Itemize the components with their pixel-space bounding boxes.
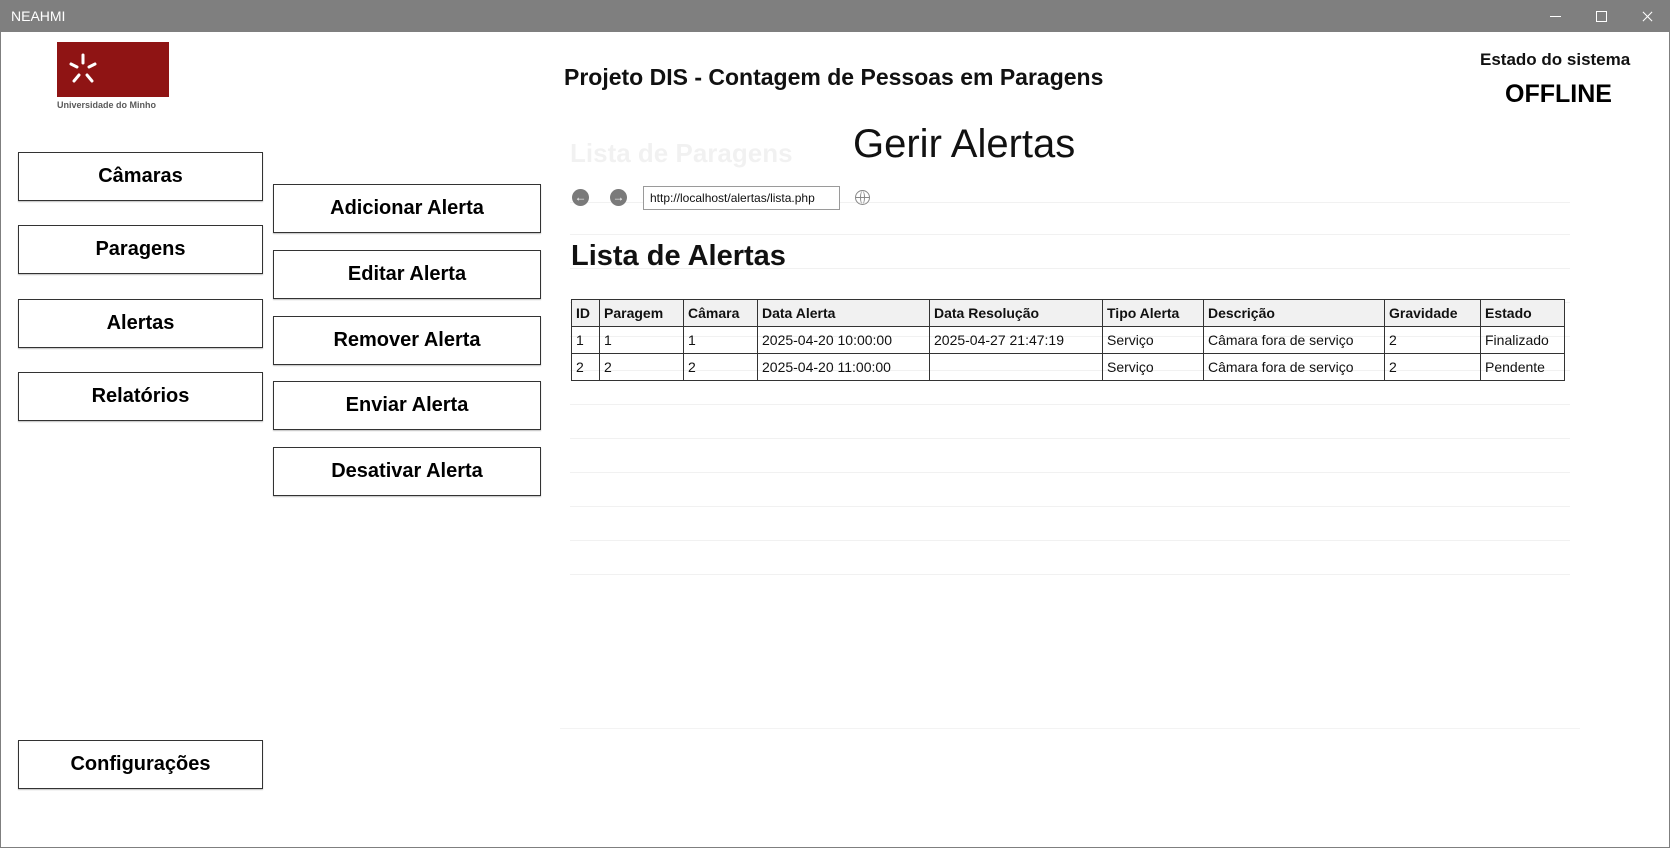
faded-page-title: Lista de Paragens bbox=[570, 138, 793, 168]
cell-id: 1 bbox=[571, 326, 600, 354]
cell-alert-type: Serviço bbox=[1102, 353, 1204, 381]
edit-alert-button[interactable]: Editar Alerta bbox=[273, 250, 541, 299]
column-header: Data Alerta bbox=[757, 299, 930, 327]
faded-line bbox=[570, 234, 1570, 235]
faded-line bbox=[570, 472, 1570, 473]
url-input[interactable]: http://localhost/alertas/lista.php bbox=[643, 186, 840, 210]
nav-stops-button[interactable]: Paragens bbox=[18, 225, 263, 274]
cell-camera: 2 bbox=[683, 353, 758, 381]
cell-description: Câmara fora de serviço bbox=[1203, 353, 1385, 381]
logo-icon bbox=[69, 53, 97, 83]
back-arrow-icon[interactable]: ← bbox=[572, 189, 589, 206]
column-header: Gravidade bbox=[1384, 299, 1481, 327]
system-status-value: OFFLINE bbox=[1505, 80, 1612, 108]
disable-alert-button[interactable]: Desativar Alerta bbox=[273, 447, 541, 496]
cell-alert-type: Serviço bbox=[1102, 326, 1204, 354]
university-logo bbox=[57, 42, 169, 97]
system-status-label: Estado do sistema bbox=[1480, 50, 1631, 69]
maximize-icon[interactable] bbox=[1578, 0, 1624, 32]
logo-caption: Universidade do Minho bbox=[57, 100, 157, 110]
faded-line bbox=[570, 506, 1570, 507]
close-icon[interactable] bbox=[1624, 0, 1670, 32]
faded-background-page: Lista de Paragens bbox=[560, 130, 1570, 730]
cell-state: Pendente bbox=[1480, 353, 1565, 381]
title-bar: NEAHMI bbox=[0, 0, 1670, 32]
globe-icon[interactable] bbox=[855, 190, 870, 205]
column-header: Tipo Alerta bbox=[1102, 299, 1204, 327]
cell-stop: 1 bbox=[599, 326, 684, 354]
column-header: Descrição bbox=[1203, 299, 1385, 327]
column-header: Data Resolução bbox=[929, 299, 1103, 327]
nav-cameras-button[interactable]: Câmaras bbox=[18, 152, 263, 201]
table-row[interactable]: 1 1 1 2025-04-20 10:00:00 2025-04-27 21:… bbox=[571, 326, 1565, 354]
nav-settings-button[interactable]: Configurações bbox=[18, 740, 263, 789]
table-row[interactable]: 2 2 2 2025-04-20 11:00:00 Serviço Câmara… bbox=[571, 353, 1565, 381]
app-header-title: Projeto DIS - Contagem de Pessoas em Par… bbox=[564, 64, 1104, 90]
cell-stop: 2 bbox=[599, 353, 684, 381]
column-header: Câmara bbox=[683, 299, 758, 327]
cell-description: Câmara fora de serviço bbox=[1203, 326, 1385, 354]
cell-severity: 2 bbox=[1384, 326, 1481, 354]
remove-alert-button[interactable]: Remover Alerta bbox=[273, 316, 541, 365]
column-header: Estado bbox=[1480, 299, 1565, 327]
cell-state: Finalizado bbox=[1480, 326, 1565, 354]
faded-line bbox=[570, 438, 1570, 439]
alerts-table: ID Paragem Câmara Data Alerta Data Resol… bbox=[571, 299, 1565, 381]
cell-alert-date: 2025-04-20 10:00:00 bbox=[757, 326, 930, 354]
divider bbox=[560, 728, 1580, 729]
cell-id: 2 bbox=[571, 353, 600, 381]
column-header: ID bbox=[571, 299, 600, 327]
faded-line bbox=[570, 574, 1570, 575]
forward-arrow-icon[interactable]: → bbox=[610, 189, 627, 206]
nav-alerts-button[interactable]: Alertas bbox=[18, 299, 263, 348]
table-header-row: ID Paragem Câmara Data Alerta Data Resol… bbox=[571, 299, 1565, 327]
cell-alert-date: 2025-04-20 11:00:00 bbox=[757, 353, 930, 381]
faded-line bbox=[570, 540, 1570, 541]
nav-reports-button[interactable]: Relatórios bbox=[18, 372, 263, 421]
send-alert-button[interactable]: Enviar Alerta bbox=[273, 381, 541, 430]
add-alert-button[interactable]: Adicionar Alerta bbox=[273, 184, 541, 233]
alerts-list-title: Lista de Alertas bbox=[571, 240, 786, 272]
app-title: NEAHMI bbox=[11, 8, 66, 24]
cell-resolution-date bbox=[929, 353, 1103, 381]
column-header: Paragem bbox=[599, 299, 684, 327]
minimize-icon[interactable] bbox=[1532, 0, 1578, 32]
cell-camera: 1 bbox=[683, 326, 758, 354]
cell-severity: 2 bbox=[1384, 353, 1481, 381]
faded-line bbox=[570, 404, 1570, 405]
browser-toolbar: ← → http://localhost/alertas/lista.php bbox=[570, 186, 1570, 212]
cell-resolution-date: 2025-04-27 21:47:19 bbox=[929, 326, 1103, 354]
page-heading: Gerir Alertas bbox=[853, 122, 1076, 166]
